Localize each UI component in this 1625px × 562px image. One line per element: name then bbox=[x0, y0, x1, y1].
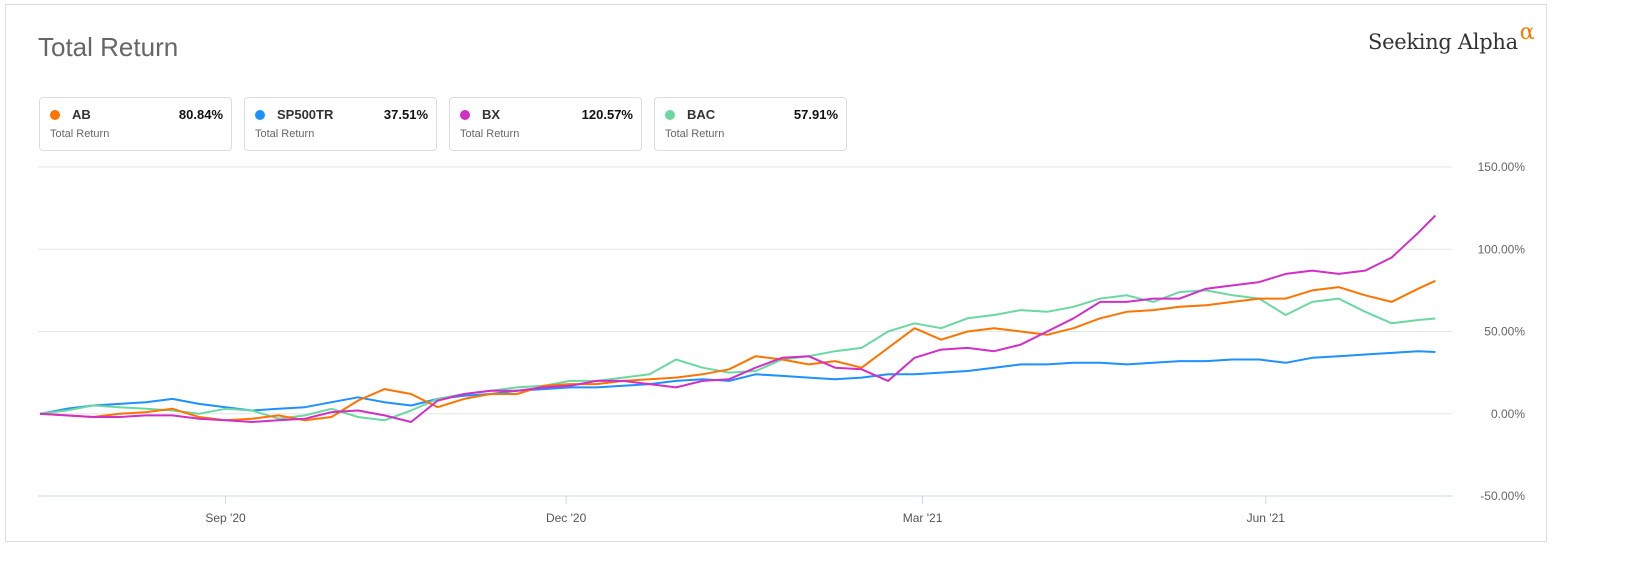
x-tick-label: Sep '20 bbox=[205, 511, 246, 525]
x-tick-label: Jun '21 bbox=[1247, 511, 1286, 525]
series-line-bac bbox=[39, 289, 1436, 422]
x-tick-label: Dec '20 bbox=[546, 511, 587, 525]
series-line-bx bbox=[39, 214, 1437, 423]
series-line-sp500tr bbox=[39, 350, 1436, 415]
y-tick-label: 150.00% bbox=[1478, 160, 1526, 174]
y-tick-label: -50.00% bbox=[1480, 489, 1525, 503]
line-chart: 150.00% 100.00% 50.00% 0.00% -50.00% Sep '20 D… bbox=[38, 160, 1526, 525]
y-tick-label: 100.00% bbox=[1478, 242, 1526, 256]
series-line-ab bbox=[39, 279, 1436, 422]
y-tick-label: 0.00% bbox=[1491, 407, 1525, 421]
y-tick-label: 50.00% bbox=[1484, 325, 1525, 339]
x-tick-label: Mar '21 bbox=[903, 511, 943, 525]
